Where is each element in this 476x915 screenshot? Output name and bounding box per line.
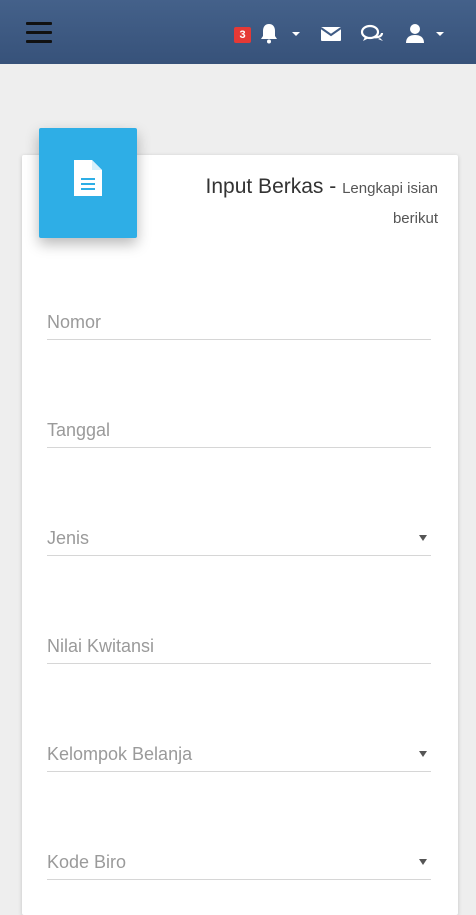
- kode-biro-select[interactable]: Kode Biro: [47, 846, 431, 880]
- card-title: Input Berkas - Lengkapi isian berikut: [158, 172, 438, 234]
- user-icon[interactable]: [404, 22, 426, 44]
- card-title-text: Input Berkas: [205, 175, 324, 198]
- menu-icon[interactable]: [26, 22, 52, 44]
- dropdown-caret-icon: [419, 535, 427, 541]
- notification-count-badge: 3: [234, 27, 251, 43]
- chat-icon[interactable]: [360, 24, 386, 44]
- field-label: Nilai Kwitansi: [47, 636, 155, 656]
- nilai-kwitansi-field[interactable]: Nilai Kwitansi: [47, 630, 431, 664]
- tanggal-field[interactable]: Tanggal: [47, 414, 431, 448]
- field-label: Jenis: [47, 528, 90, 548]
- jenis-select[interactable]: Jenis: [47, 522, 431, 556]
- kelompok-belanja-select[interactable]: Kelompok Belanja: [47, 738, 431, 772]
- field-label: Kode Biro: [47, 852, 127, 872]
- user-dropdown-caret-icon[interactable]: [436, 32, 444, 36]
- envelope-icon[interactable]: [320, 26, 342, 42]
- card-header-badge: [39, 128, 137, 238]
- top-navbar: 3: [0, 0, 476, 64]
- bell-icon[interactable]: [259, 22, 279, 44]
- card-title-separator: -: [323, 175, 343, 198]
- document-icon: [74, 160, 102, 196]
- field-label: Tanggal: [47, 420, 111, 440]
- dropdown-caret-icon: [419, 859, 427, 865]
- nomor-field[interactable]: Nomor: [47, 306, 431, 340]
- dropdown-caret-icon: [419, 751, 427, 757]
- notifications-dropdown-caret-icon[interactable]: [292, 32, 300, 36]
- field-label: Kelompok Belanja: [47, 744, 193, 764]
- card-subtitle: Lengkapi isian berikut: [342, 180, 438, 227]
- field-label: Nomor: [47, 312, 102, 332]
